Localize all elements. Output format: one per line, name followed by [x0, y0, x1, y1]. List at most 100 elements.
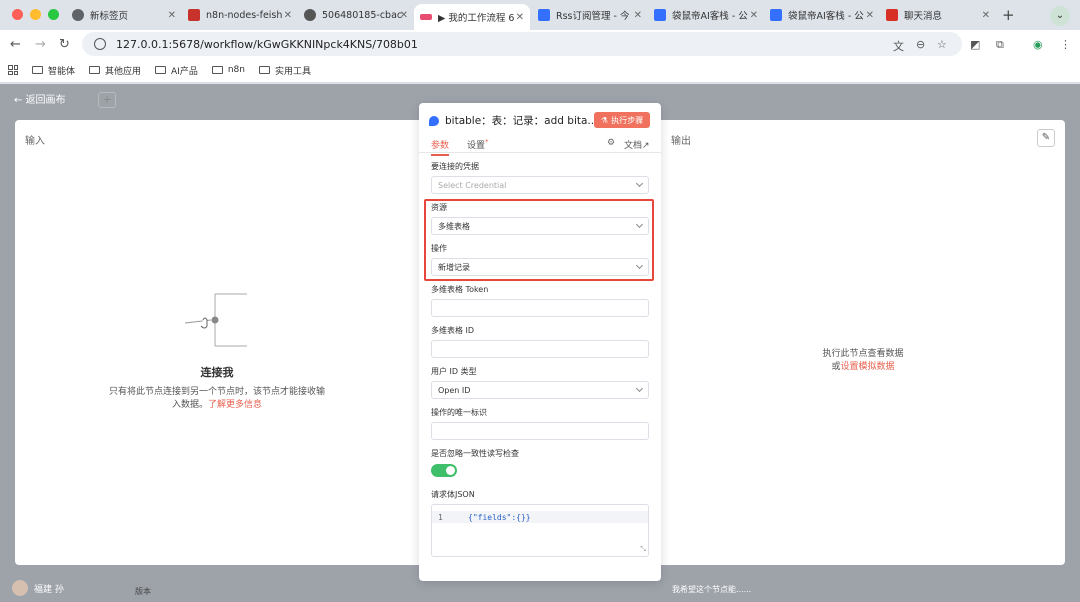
window-controls — [12, 9, 59, 20]
apps-icon[interactable] — [8, 65, 18, 75]
learn-more-link[interactable]: 了解更多信息 — [208, 400, 262, 410]
connect-title: 连接我 — [200, 366, 234, 379]
close-tab-icon[interactable]: ✕ — [168, 10, 176, 21]
extension-icon[interactable]: ◩ — [970, 38, 980, 51]
table-id-input[interactable] — [431, 340, 649, 358]
minimize-window-button[interactable] — [30, 9, 41, 20]
node-header: bitable：表：记录：add bita... — [429, 113, 597, 128]
zoom-icon[interactable]: ⊖ — [916, 38, 925, 51]
table-id-field: 多维表格 ID — [431, 325, 649, 358]
close-tab-icon[interactable]: ✕ — [982, 10, 990, 21]
annotation-highlight-box — [424, 199, 654, 281]
close-tab-icon[interactable]: ✕ — [866, 10, 874, 21]
node-parameters-panel: bitable：表：记录：add bita... ⚗ 执行步骤 参数 设置* ⚙ … — [419, 103, 661, 581]
close-tab-icon[interactable]: ✕ — [516, 12, 524, 23]
folder-icon — [211, 66, 223, 74]
credential-field: 要连接的凭据 Select Credential — [431, 161, 649, 194]
close-tab-icon[interactable]: ✕ — [750, 10, 758, 21]
body-json-field: 请求体JSON 1 {"fields":{}} ⤡ — [431, 489, 649, 557]
token-input[interactable] — [431, 299, 649, 317]
back-icon[interactable]: ← — [10, 37, 21, 52]
tab-strip: 新标签页 ✕ n8n-nodes-feish ✕ 506480185-cbac ✕ ▶… — [0, 0, 1080, 30]
forward-icon[interactable]: → — [35, 37, 46, 52]
browser-tab[interactable]: 新标签页 ✕ — [66, 4, 182, 26]
chat-icon — [886, 9, 898, 21]
translate-icon[interactable]: 文 — [893, 38, 904, 54]
panel-tabs: 参数 设置* ⚙ 文档↗ — [419, 133, 661, 156]
docs-link[interactable]: 文档↗ — [624, 138, 650, 151]
footer-version: 版本 — [135, 587, 151, 596]
maximize-window-button[interactable] — [48, 9, 59, 20]
node-feedback-link[interactable]: 我希望这个节点能...... — [672, 584, 751, 595]
folder-icon — [258, 66, 270, 74]
gear-icon[interactable]: ⚙ — [607, 138, 615, 148]
browser-tab[interactable]: 袋鼠帝AI客栈 - 公 ✕ — [764, 4, 880, 26]
url-text: 127.0.0.1:5678/workflow/kGwGKKNINpck4KNS… — [116, 37, 418, 51]
input-panel: 输入 连接我 只有将此节点连接到另一个节点时，该节点才能接收输入数据。了解更多信… — [15, 120, 419, 565]
browser-chrome: 新标签页 ✕ n8n-nodes-feish ✕ 506480185-cbac ✕ ▶… — [0, 0, 1080, 83]
connect-placeholder: 连接我 只有将此节点连接到另一个节点时，该节点才能接收输入数据。了解更多信息 — [15, 290, 419, 412]
profile-icon[interactable]: ◉ — [1033, 38, 1043, 51]
execute-step-button[interactable]: ⚗ 执行步骤 — [594, 112, 650, 128]
browser-tab[interactable]: 袋鼠帝AI客栈 - 公 ✕ — [648, 4, 764, 26]
user-id-type-field: 用户 ID 类型 Open ID — [431, 366, 649, 399]
bookmark-star-icon[interactable]: ☆ — [937, 38, 947, 51]
doc-icon — [538, 9, 550, 21]
doc-icon — [770, 9, 782, 21]
credential-select[interactable]: Select Credential — [431, 176, 649, 194]
browser-tab[interactable]: 聊天消息 ✕ — [880, 4, 996, 26]
user-menu[interactable]: 福建 孙 — [12, 580, 64, 596]
tab-settings[interactable]: 设置* — [467, 138, 489, 151]
tab-search-icon[interactable]: ⌄ — [1050, 6, 1070, 26]
wechat-icon — [668, 459, 698, 483]
close-tab-icon[interactable]: ✕ — [634, 10, 642, 21]
globe-icon — [304, 9, 316, 21]
browser-tab[interactable]: Rss订阅管理 - 今 ✕ — [532, 4, 648, 26]
edit-output-button[interactable]: ✎ — [1037, 129, 1055, 147]
connect-illustration-icon — [184, 293, 247, 347]
connect-description: 只有将此节点连接到另一个节点时，该节点才能接收输入数据。了解更多信息 — [108, 387, 325, 410]
add-node-button[interactable]: + — [98, 92, 116, 108]
body-json-editor[interactable]: 1 {"fields":{}} ⤡ — [431, 504, 649, 557]
n8n-icon — [188, 9, 200, 21]
chevron-down-icon — [635, 179, 644, 188]
watermark: 公众号 · 杰克船长的AIGC — [668, 454, 968, 488]
input-panel-title: 输入 — [25, 136, 45, 147]
back-to-canvas-button[interactable]: ← 返回画布 — [14, 91, 66, 106]
address-bar[interactable]: 127.0.0.1:5678/workflow/kGwGKKNINpck4KNS… — [82, 32, 962, 56]
bookmark-folder[interactable]: 其他应用 — [89, 64, 141, 77]
close-window-button[interactable] — [12, 9, 23, 20]
node-title[interactable]: bitable：表：记录：add bita... — [445, 113, 597, 128]
bookmark-folder[interactable]: 实用工具 — [258, 64, 311, 77]
site-info-icon[interactable] — [94, 38, 106, 50]
tab-parameters[interactable]: 参数 — [431, 138, 450, 156]
bookmark-folder[interactable]: AI产品 — [155, 64, 198, 77]
extensions-puzzle-icon[interactable]: ⧉ — [996, 38, 1004, 52]
resize-handle-icon[interactable]: ⤡ — [640, 545, 646, 554]
new-tab-button[interactable]: + — [1002, 6, 1015, 24]
unique-id-field: 操作的唯一标识 — [431, 407, 649, 440]
bookmarks-bar: 智能体 其他应用 AI产品 n8n 实用工具 — [0, 58, 1080, 83]
browser-tab[interactable]: n8n-nodes-feish ✕ — [182, 4, 298, 26]
avatar — [12, 580, 28, 596]
unique-id-input[interactable] — [431, 422, 649, 440]
bookmark-folder[interactable]: n8n — [211, 65, 245, 75]
output-panel-title: 输出 — [671, 136, 691, 147]
menu-icon[interactable]: ⋮ — [1060, 38, 1071, 51]
flask-icon: ⚗ — [600, 115, 609, 125]
user-id-type-select[interactable]: Open ID — [431, 381, 649, 399]
set-mock-data-link[interactable]: 设置模拟数据 — [841, 362, 895, 372]
browser-tab[interactable]: 506480185-cbac ✕ — [298, 4, 414, 26]
feishu-node-icon — [429, 115, 439, 126]
close-tab-icon[interactable]: ✕ — [284, 10, 292, 21]
close-tab-icon[interactable]: ✕ — [400, 10, 408, 21]
code-line: 1 {"fields":{}} — [432, 511, 648, 523]
reload-icon[interactable]: ↻ — [59, 37, 70, 52]
ignore-consistency-field: 是否忽略一致性读写检查 — [431, 448, 649, 477]
token-field: 多维表格 Token — [431, 284, 649, 317]
bookmark-folder[interactable]: 智能体 — [32, 64, 75, 77]
ignore-consistency-toggle[interactable] — [431, 464, 457, 477]
doc-icon — [654, 9, 666, 21]
n8n-workflow-icon — [420, 14, 432, 20]
browser-tab-active[interactable]: ▶ 我的工作流程 6 ✕ — [414, 4, 530, 30]
